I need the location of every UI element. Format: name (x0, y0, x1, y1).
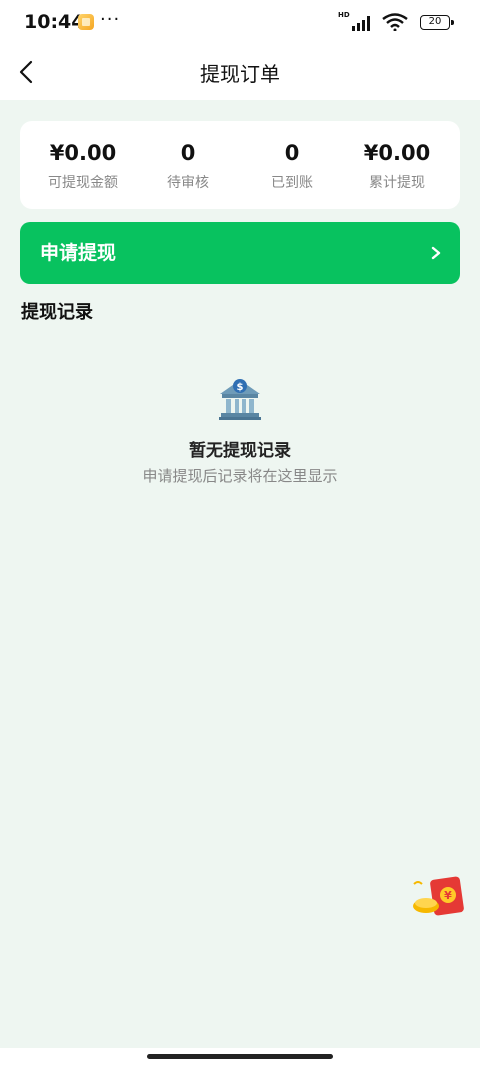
wifi-icon (382, 13, 408, 31)
status-indicators: HD 20 (338, 11, 458, 33)
apply-withdraw-label: 申请提现 (40, 242, 117, 264)
empty-subtitle: 申请提现后记录将在这里显示 (142, 467, 338, 485)
battery-level: 20 (428, 16, 442, 27)
stat-value: 0 (180, 141, 196, 165)
chevron-right-icon (431, 246, 441, 260)
stat-value: ¥0.00 (363, 141, 431, 165)
page-title: 提现订单 (200, 62, 280, 86)
notification-app-icon (78, 14, 94, 30)
home-indicator[interactable] (147, 1054, 333, 1059)
stat-label: 已到账 (271, 175, 313, 191)
status-time: 10:44 (24, 11, 85, 33)
withdraw-stats-card: ¥0.00 可提现金额 0 待审核 0 已到账 ¥0.00 累计提现 (20, 121, 460, 209)
stat-label: 可提现金额 (48, 175, 118, 191)
svg-text:$: $ (237, 382, 244, 393)
network-type-label: HD (338, 11, 350, 19)
red-packet-icon[interactable]: ¥ (410, 876, 468, 918)
stat-received: 0 已到账 (237, 141, 347, 192)
status-bar: 10:44 ··· HD 20 (0, 0, 480, 44)
more-notifications-indicator: ··· (100, 9, 121, 30)
bank-icon: $ (219, 379, 261, 420)
stat-value: 0 (284, 141, 300, 165)
battery-icon: 20 (420, 15, 454, 30)
stat-value: ¥0.00 (49, 141, 117, 165)
stat-label: 待审核 (167, 175, 209, 191)
stat-total: ¥0.00 累计提现 (342, 141, 452, 192)
svg-text:¥: ¥ (444, 889, 452, 902)
empty-title: 暂无提现记录 (189, 441, 291, 461)
apply-withdraw-button[interactable]: 申请提现 (20, 222, 460, 284)
records-section-title: 提现记录 (21, 302, 93, 323)
signal-icon (352, 16, 370, 31)
stat-label: 累计提现 (369, 175, 425, 191)
stat-pending: 0 待审核 (133, 141, 243, 192)
stat-available: ¥0.00 可提现金额 (28, 141, 138, 192)
navigation-bar: 提现订单 (0, 44, 480, 100)
